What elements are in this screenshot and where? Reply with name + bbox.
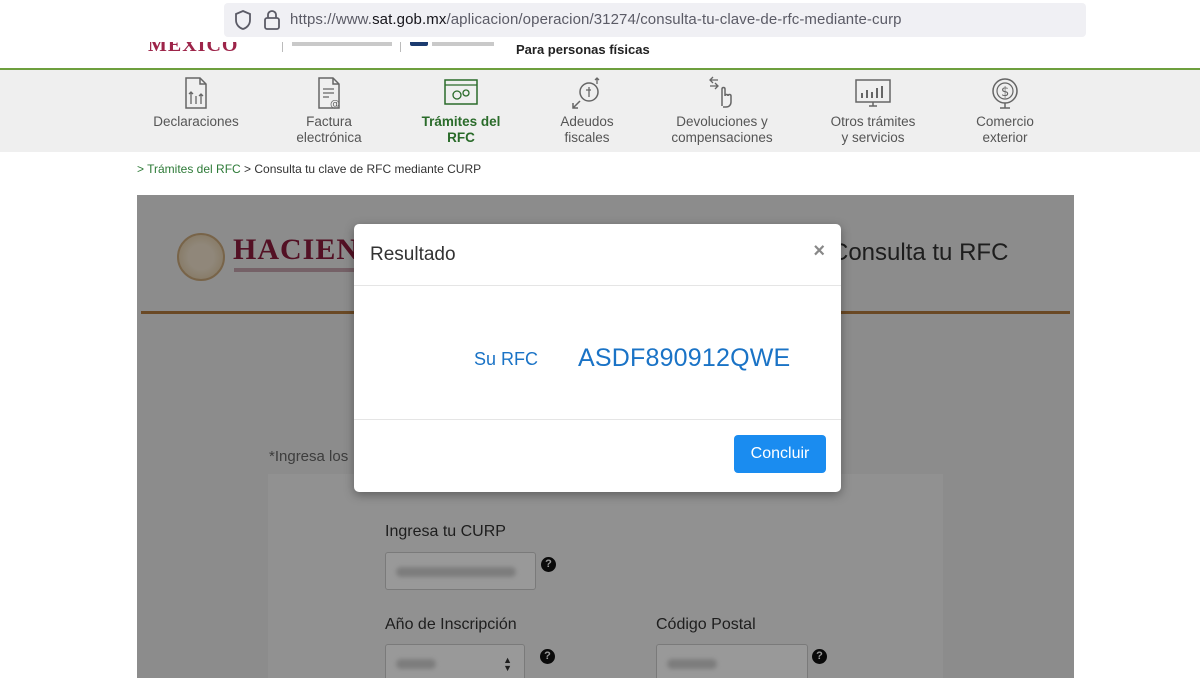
- otros-tramites-icon: [855, 79, 891, 107]
- concluir-button[interactable]: Concluir: [734, 435, 826, 473]
- main-nav: Declaraciones @ Factura electrónica Trám…: [0, 68, 1200, 152]
- breadcrumb: > Trámites del RFC > Consulta tu clave d…: [137, 162, 481, 176]
- rfc-value: ASDF890912QWE: [578, 344, 791, 372]
- shield-icon[interactable]: [232, 9, 254, 31]
- nav-item-adeudos[interactable]: Adeudos fiscales: [512, 76, 662, 146]
- comercio-exterior-icon: $: [992, 78, 1018, 109]
- browser-address-bar: https://www.sat.gob.mx/aplicacion/operac…: [0, 0, 1200, 42]
- breadcrumb-link-tramites[interactable]: > Trámites del RFC: [137, 162, 241, 176]
- modal-title: Resultado: [370, 244, 456, 265]
- url-text[interactable]: https://www.sat.gob.mx/aplicacion/operac…: [290, 11, 902, 28]
- nav-item-devoluciones[interactable]: Devoluciones y compensaciones: [647, 76, 797, 146]
- nav-item-comercio-exterior[interactable]: $ Comercio exterior: [930, 76, 1080, 146]
- modal-divider: [354, 285, 841, 286]
- close-icon[interactable]: ×: [813, 240, 825, 263]
- adeudos-icon: [572, 77, 600, 109]
- svg-text:$: $: [1001, 85, 1009, 100]
- modal-divider: [354, 419, 841, 420]
- header-divider: [282, 42, 283, 52]
- gov-logo-subtext: [292, 42, 392, 46]
- header-divider: [400, 42, 401, 52]
- declaraciones-icon: [185, 77, 207, 109]
- tramites-rfc-icon: [444, 79, 478, 105]
- lock-icon[interactable]: [262, 9, 282, 31]
- nav-item-factura[interactable]: @ Factura electrónica: [254, 76, 404, 146]
- site-header: MÉXICO Para personas físicas: [0, 42, 1200, 68]
- factura-icon: @: [318, 77, 340, 110]
- gobierno-mexico-logo: MÉXICO: [148, 42, 239, 56]
- nav-item-declaraciones[interactable]: Declaraciones: [121, 76, 271, 130]
- nav-item-otros-tramites[interactable]: Otros trámites y servicios: [798, 76, 948, 146]
- resultado-modal: Resultado × Su RFC ASDF890912QWE Conclui…: [354, 224, 841, 492]
- header-caption: Para personas físicas: [516, 42, 650, 57]
- svg-text:@: @: [330, 99, 340, 110]
- devoluciones-icon: [709, 76, 732, 108]
- breadcrumb-current: > Consulta tu clave de RFC mediante CURP: [240, 162, 482, 176]
- sat-logo: [410, 42, 428, 46]
- sat-logo-subtext: [432, 42, 494, 46]
- rfc-label: Su RFC: [474, 349, 539, 369]
